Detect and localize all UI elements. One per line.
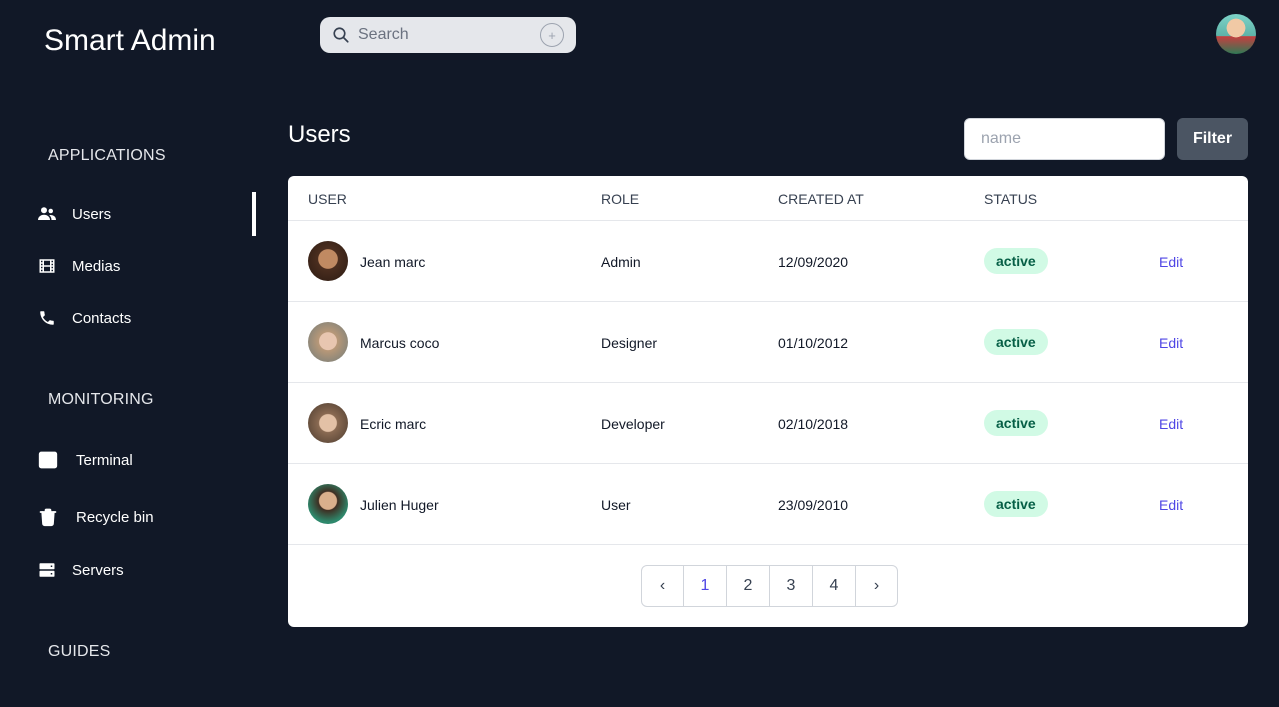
next-page-button[interactable]: › xyxy=(856,566,897,606)
table-row: Julien Huger User 23/09/2010 active Edit xyxy=(288,464,1248,545)
status-badge: active xyxy=(984,491,1048,517)
status-badge: active xyxy=(984,329,1048,355)
user-role: Designer xyxy=(601,335,658,351)
pagination: ‹ 1 2 3 4 › xyxy=(641,565,898,607)
user-avatar xyxy=(308,403,348,443)
sidebar-item-label: Contacts xyxy=(72,309,132,327)
sidebar-item-label: Medias xyxy=(72,257,121,275)
users-icon xyxy=(38,207,56,220)
user-created-at: 12/09/2020 xyxy=(778,254,849,270)
header-role: ROLE xyxy=(601,191,640,207)
table-row: Ecric marc Developer 02/10/2018 active E… xyxy=(288,383,1248,464)
page-title: Users xyxy=(288,121,351,148)
filter-button[interactable]: Filter xyxy=(1177,118,1248,160)
table-row: Marcus coco Designer 01/10/2012 active E… xyxy=(288,302,1248,383)
edit-link[interactable]: Edit xyxy=(1159,416,1183,432)
terminal-icon xyxy=(38,451,58,469)
app-logo-title: Smart Admin xyxy=(44,24,216,57)
user-created-at: 23/09/2010 xyxy=(778,497,849,513)
user-created-at: 01/10/2012 xyxy=(778,335,849,351)
sidebar-item-label: Recycle bin xyxy=(76,508,154,526)
sidebar-item-terminal[interactable]: Terminal xyxy=(38,450,133,470)
sidebar-item-recycle-bin[interactable]: Recycle bin xyxy=(38,506,154,528)
name-filter-input[interactable] xyxy=(964,118,1165,160)
section-title-guides: GUIDES xyxy=(48,643,111,660)
user-avatar xyxy=(308,484,348,524)
page-button-4[interactable]: 4 xyxy=(813,566,856,606)
user-created-at: 02/10/2018 xyxy=(778,416,849,432)
section-title-applications: APPLICATIONS xyxy=(48,147,166,164)
active-indicator xyxy=(252,192,256,236)
page-button-2[interactable]: 2 xyxy=(727,566,770,606)
user-name: Jean marc xyxy=(360,254,426,270)
user-role: User xyxy=(601,497,631,513)
status-badge: active xyxy=(984,248,1048,274)
user-name: Ecric marc xyxy=(360,416,427,432)
sidebar-item-contacts[interactable]: Contacts xyxy=(38,309,131,327)
search-bar[interactable]: + xyxy=(320,17,576,53)
user-role: Admin xyxy=(601,254,641,270)
table-header: USER ROLE CREATED AT STATUS xyxy=(288,176,1248,221)
sidebar-item-users[interactable]: Users xyxy=(38,205,111,223)
sidebar-item-servers[interactable]: Servers xyxy=(38,561,124,579)
sidebar-item-label: Servers xyxy=(72,561,124,579)
phone-icon xyxy=(40,311,54,325)
user-name: Marcus coco xyxy=(360,335,440,351)
page-button-1[interactable]: 1 xyxy=(684,566,727,606)
sidebar-item-medias[interactable]: Medias xyxy=(38,257,120,275)
header-status: STATUS xyxy=(984,191,1038,207)
user-role: Developer xyxy=(601,416,665,432)
user-avatar[interactable] xyxy=(1216,14,1256,54)
users-table: USER ROLE CREATED AT STATUS Jean marc Ad… xyxy=(288,176,1248,627)
table-row: Jean marc Admin 12/09/2020 active Edit xyxy=(288,221,1248,302)
trash-icon xyxy=(39,508,57,527)
prev-page-button[interactable]: ‹ xyxy=(642,566,684,606)
search-icon xyxy=(333,27,349,43)
header-created-at: CREATED AT xyxy=(778,191,864,207)
edit-link[interactable]: Edit xyxy=(1159,254,1183,270)
film-icon xyxy=(39,259,55,273)
page-button-3[interactable]: 3 xyxy=(770,566,813,606)
sidebar-item-label: Terminal xyxy=(76,451,133,469)
sidebar-item-label: Users xyxy=(72,205,112,223)
server-icon xyxy=(39,563,55,577)
add-icon[interactable]: + xyxy=(540,23,564,47)
status-badge: active xyxy=(984,410,1048,436)
user-avatar xyxy=(308,322,348,362)
header-user: USER xyxy=(308,191,347,207)
search-input[interactable] xyxy=(358,26,528,44)
edit-link[interactable]: Edit xyxy=(1159,335,1183,351)
section-title-monitoring: MONITORING xyxy=(48,391,154,408)
user-avatar xyxy=(308,241,348,281)
user-name: Julien Huger xyxy=(360,497,439,513)
edit-link[interactable]: Edit xyxy=(1159,497,1183,513)
